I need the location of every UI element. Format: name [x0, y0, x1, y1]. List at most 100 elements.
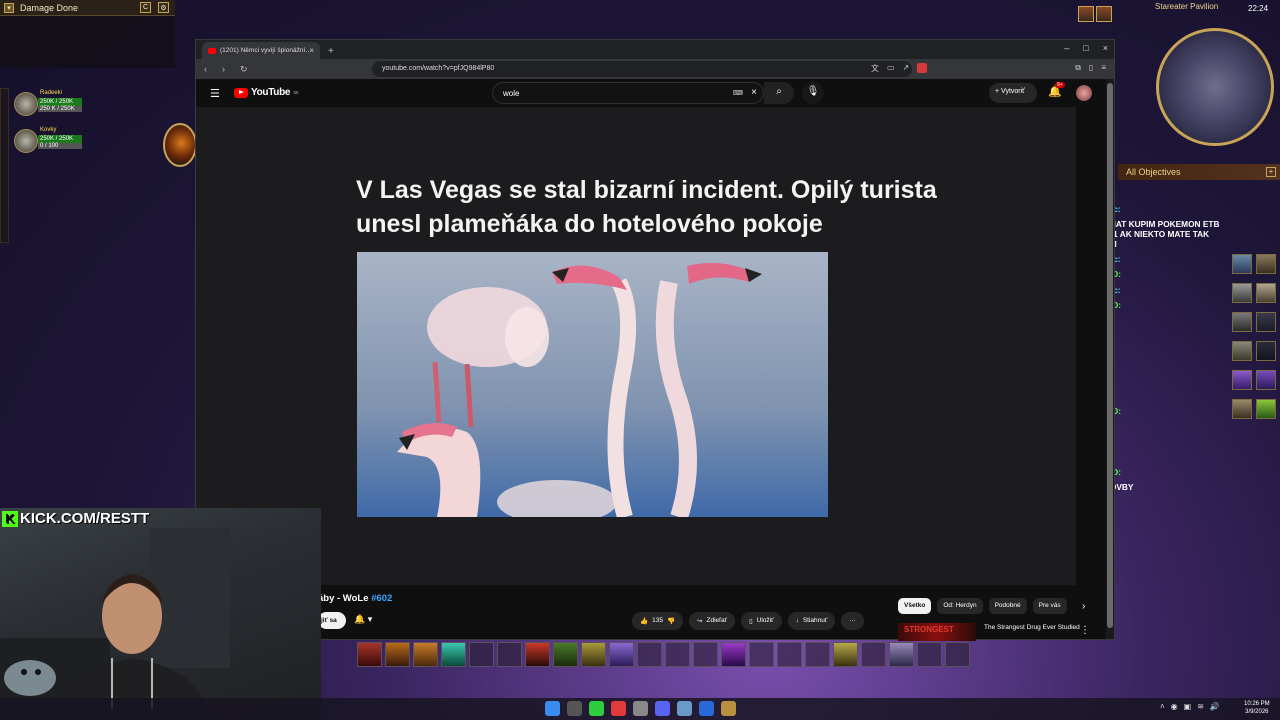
recommended-video[interactable]: STRONGEST The Strangest Drug Ever Studie… — [898, 623, 1098, 641]
save-button[interactable]: ▯ Uložiť — [741, 612, 782, 630]
action-slot[interactable] — [693, 642, 718, 667]
keyboard-icon[interactable]: ⌨ — [733, 89, 743, 97]
tab-close-icon[interactable]: × — [309, 46, 314, 55]
more-actions-button[interactable]: ··· — [841, 612, 864, 630]
app-icon[interactable] — [589, 701, 604, 716]
more-vert-icon[interactable]: ⋮ — [1080, 625, 1090, 636]
like-button[interactable]: 👍 135 👎 — [632, 612, 684, 630]
taskbar-clock[interactable]: 10:26 PM 3/9/2026 — [1244, 700, 1270, 716]
minimize-button[interactable]: – — [1064, 43, 1069, 53]
create-button[interactable]: + Vytvoriť — [989, 83, 1037, 103]
ability-icon[interactable] — [1232, 312, 1252, 332]
meter-settings-icon[interactable]: ⚙ — [158, 2, 169, 13]
ability-icon[interactable] — [1256, 370, 1276, 390]
action-slot[interactable] — [385, 642, 410, 667]
action-slot[interactable] — [777, 642, 802, 667]
extensions-puzzle-icon[interactable]: ⧉ — [1075, 63, 1081, 74]
objectives-toggle[interactable]: + — [1266, 167, 1276, 177]
app-icon[interactable] — [677, 701, 692, 716]
ability-icon[interactable] — [1232, 399, 1252, 419]
ability-icon[interactable] — [1232, 341, 1252, 361]
video-title-hashtag[interactable]: #602 — [371, 593, 392, 604]
chip-similar[interactable]: Podobné — [988, 598, 1027, 614]
scrollbar-thumb[interactable] — [1107, 83, 1113, 628]
clear-search-icon[interactable]: × — [751, 87, 757, 98]
subscription-bell-icon[interactable]: 🔔 ▾ — [354, 614, 372, 625]
app-icon[interactable] — [699, 701, 714, 716]
app-icon[interactable] — [633, 701, 648, 716]
avatar[interactable] — [1076, 85, 1092, 101]
browser-tab[interactable]: (1201) Němci vyvíjí špionážní… × — [202, 42, 320, 59]
action-slot[interactable] — [749, 642, 774, 667]
tray-icon[interactable]: ▣ — [1184, 702, 1192, 711]
wifi-icon[interactable]: ≋ — [1197, 702, 1204, 711]
discord-icon[interactable] — [655, 701, 670, 716]
action-slot[interactable] — [357, 642, 382, 667]
action-slot[interactable] — [441, 642, 466, 667]
url-field[interactable]: youtube.com/watch?v=pfJQ984lP80 — [372, 61, 912, 77]
action-slot[interactable] — [581, 642, 606, 667]
search-input[interactable]: wole ⌨ × — [492, 82, 764, 104]
taskview-icon[interactable] — [567, 701, 582, 716]
ability-icon[interactable] — [1256, 341, 1276, 361]
meter-c-button[interactable]: C — [140, 2, 151, 13]
close-window-button[interactable]: × — [1103, 43, 1108, 53]
chip-from-channel[interactable]: Od: Herdyn — [937, 598, 983, 614]
extension-icon[interactable] — [917, 63, 928, 73]
action-slot[interactable] — [833, 642, 858, 667]
video-player[interactable]: V Las Vegas se stal bizarní incident. Op… — [196, 107, 1076, 585]
chip-for-you[interactable]: Pre vás — [1032, 598, 1067, 614]
dropdown-icon[interactable]: ▾ — [4, 2, 14, 13]
action-slot[interactable] — [553, 642, 578, 667]
action-slot[interactable] — [469, 642, 494, 667]
action-slot[interactable] — [665, 642, 690, 667]
cast-icon[interactable]: ▭ — [887, 63, 895, 74]
new-tab-button[interactable]: + — [328, 46, 334, 59]
tray-icon[interactable]: ◉ — [1171, 702, 1178, 711]
maximize-button[interactable]: □ — [1083, 43, 1088, 53]
action-slot[interactable] — [805, 642, 830, 667]
ability-icon[interactable] — [1232, 254, 1252, 274]
notifications-button[interactable]: 🔔 9+ — [1048, 82, 1065, 98]
share-icon[interactable]: ↗ — [903, 63, 910, 74]
start-icon[interactable] — [545, 701, 560, 716]
action-slot[interactable] — [525, 642, 550, 667]
minimap[interactable] — [1156, 28, 1274, 146]
action-slot[interactable] — [889, 642, 914, 667]
search-button[interactable]: ⌕ — [764, 82, 794, 104]
action-slot[interactable] — [637, 642, 662, 667]
download-button[interactable]: ↓ Stiahnuť — [787, 612, 836, 630]
ability-icon[interactable] — [1256, 283, 1276, 303]
subscribe-button[interactable]: jiť sa — [318, 612, 346, 629]
hamburger-menu-icon[interactable]: ☰ — [210, 87, 220, 100]
tray-icon[interactable]: ˄ — [1160, 702, 1165, 711]
forward-button[interactable]: › — [222, 64, 232, 74]
volume-icon[interactable]: 🔊 — [1210, 702, 1220, 711]
chevron-right-icon[interactable]: › — [1082, 601, 1085, 612]
ability-icon[interactable] — [1256, 254, 1276, 274]
action-slot[interactable] — [861, 642, 886, 667]
action-slot[interactable] — [917, 642, 942, 667]
action-slot[interactable] — [609, 642, 634, 667]
thumbs-down-icon[interactable]: 👎 — [667, 617, 675, 630]
page-scrollbar[interactable] — [1106, 79, 1114, 639]
action-slot[interactable] — [413, 642, 438, 667]
party-frame-2[interactable]: Kovky 250K / 250K 0 / 100 — [14, 127, 84, 155]
sidebar-icon[interactable]: ▯ — [1089, 63, 1093, 74]
ability-icon[interactable] — [1256, 399, 1276, 419]
youtube-logo[interactable]: YouTube SK — [234, 87, 299, 98]
ability-icon[interactable] — [1232, 283, 1252, 303]
party-frame-1[interactable]: Radeeki 250K / 250K 250 K / 250K — [14, 90, 84, 118]
app-icon[interactable] — [611, 701, 626, 716]
objectives-header[interactable]: All Objectives + — [1118, 164, 1280, 180]
ability-icon[interactable] — [1256, 312, 1276, 332]
menu-icon[interactable]: ≡ — [1101, 63, 1106, 74]
translate-icon[interactable]: 文 — [871, 63, 879, 74]
back-button[interactable]: ‹ — [204, 64, 214, 74]
damage-meter-header[interactable]: ▾ Damage Done C ⚙ — [0, 0, 175, 16]
game-icon[interactable] — [721, 701, 736, 716]
reload-button[interactable]: ↻ — [240, 64, 250, 75]
share-button[interactable]: ↪ Zdieľať — [689, 612, 736, 630]
action-slot[interactable] — [721, 642, 746, 667]
ability-icon[interactable] — [1232, 370, 1252, 390]
